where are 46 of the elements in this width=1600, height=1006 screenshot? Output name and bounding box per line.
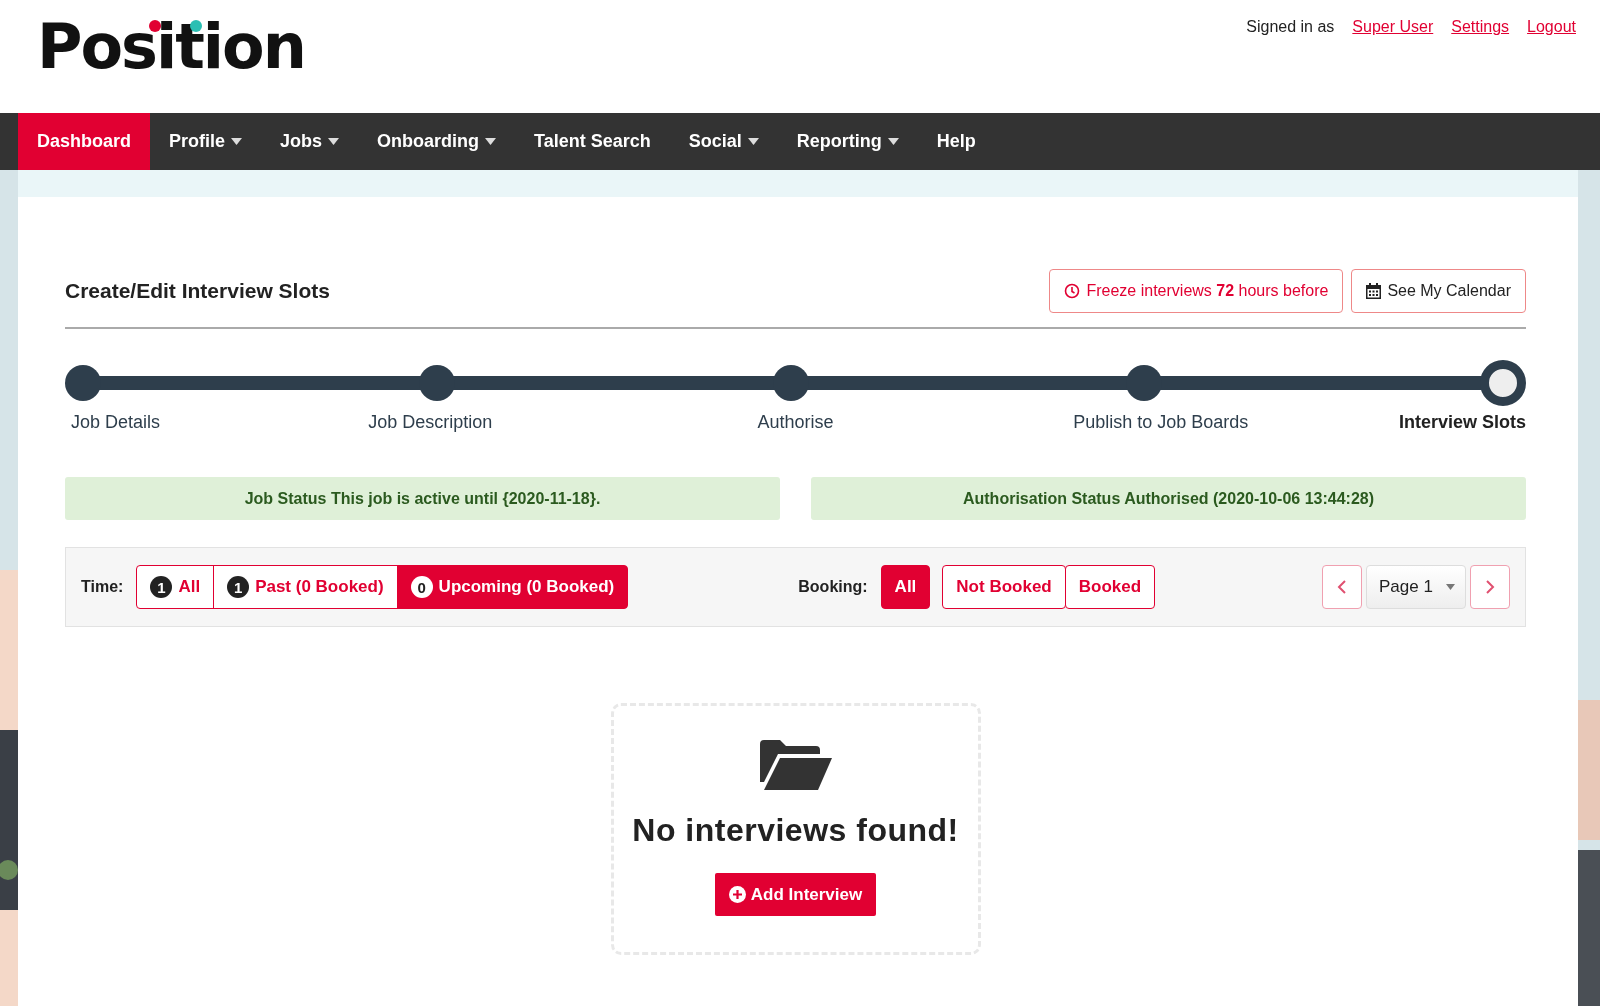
booking-filter-button[interactable]: Booked <box>1064 565 1156 609</box>
account-link[interactable]: Logout <box>1527 18 1576 36</box>
empty-message: No interviews found! <box>632 812 959 849</box>
time-filter-button[interactable]: 1 All <box>136 565 215 609</box>
status-banner: Authorisation Status Authorised (2020-10-06 13:44:28) <box>811 477 1526 520</box>
booking-filter-button[interactable]: Not Booked <box>942 565 1066 609</box>
folder-icon <box>759 740 832 790</box>
time-filter-button[interactable]: 0 Upcoming (0 Booked) <box>396 565 629 609</box>
count-badge: 1 <box>150 576 173 598</box>
caret-icon <box>1446 584 1455 590</box>
step-label[interactable]: Job Description <box>368 412 493 433</box>
page-select[interactable]: Page 1 <box>1366 565 1466 609</box>
nav-item[interactable]: Onboarding <box>358 113 516 170</box>
step-label[interactable]: Job Details <box>65 412 161 433</box>
nav-item[interactable]: Talent Search <box>515 113 670 170</box>
clock-icon <box>1064 283 1081 299</box>
nav-item[interactable]: Social <box>669 113 778 170</box>
time-label: Time: <box>81 578 124 596</box>
previous-page-button[interactable] <box>1322 565 1362 609</box>
nav-item[interactable]: Dashboard <box>18 113 151 170</box>
account-link[interactable]: Super User <box>1352 18 1434 36</box>
account-link[interactable]: Settings <box>1451 18 1510 36</box>
calendar-icon <box>1366 283 1382 299</box>
page-title: Create/Edit Interview Slots <box>65 279 330 303</box>
step-label[interactable]: Publish to Job Boards <box>1073 412 1249 433</box>
chevron-left-icon <box>1337 580 1347 594</box>
calendar-button[interactable]: See My Calendar <box>1351 269 1526 313</box>
nav-item[interactable]: Reporting <box>777 113 918 170</box>
time-filter-button[interactable]: 1 Past (0 Booked) <box>213 565 398 609</box>
count-badge: 1 <box>227 576 250 598</box>
booking-filter-button[interactable]: All <box>880 565 931 609</box>
status-banner: Job Status This job is active until {2020-11-18}. <box>65 477 780 520</box>
nav-item[interactable]: Jobs <box>261 113 359 170</box>
signed-in-label: Signed in as <box>1246 18 1335 36</box>
booking-label: Booking: <box>798 578 868 596</box>
step-label[interactable]: Interview Slots <box>1398 412 1526 433</box>
chevron-right-icon <box>1485 580 1495 594</box>
step-label[interactable]: Authorise <box>757 412 834 433</box>
nav-item[interactable]: Help <box>917 113 995 170</box>
count-badge: 0 <box>410 576 433 598</box>
next-page-button[interactable] <box>1470 565 1510 609</box>
add-interview-button[interactable]: Add Interview <box>714 873 877 916</box>
plus-circle-icon <box>728 886 746 903</box>
freeze-button[interactable]: Freeze interviews 72 hours before <box>1049 269 1344 313</box>
nav-item[interactable]: Profile <box>150 113 262 170</box>
logo[interactable]: Position <box>37 10 305 83</box>
